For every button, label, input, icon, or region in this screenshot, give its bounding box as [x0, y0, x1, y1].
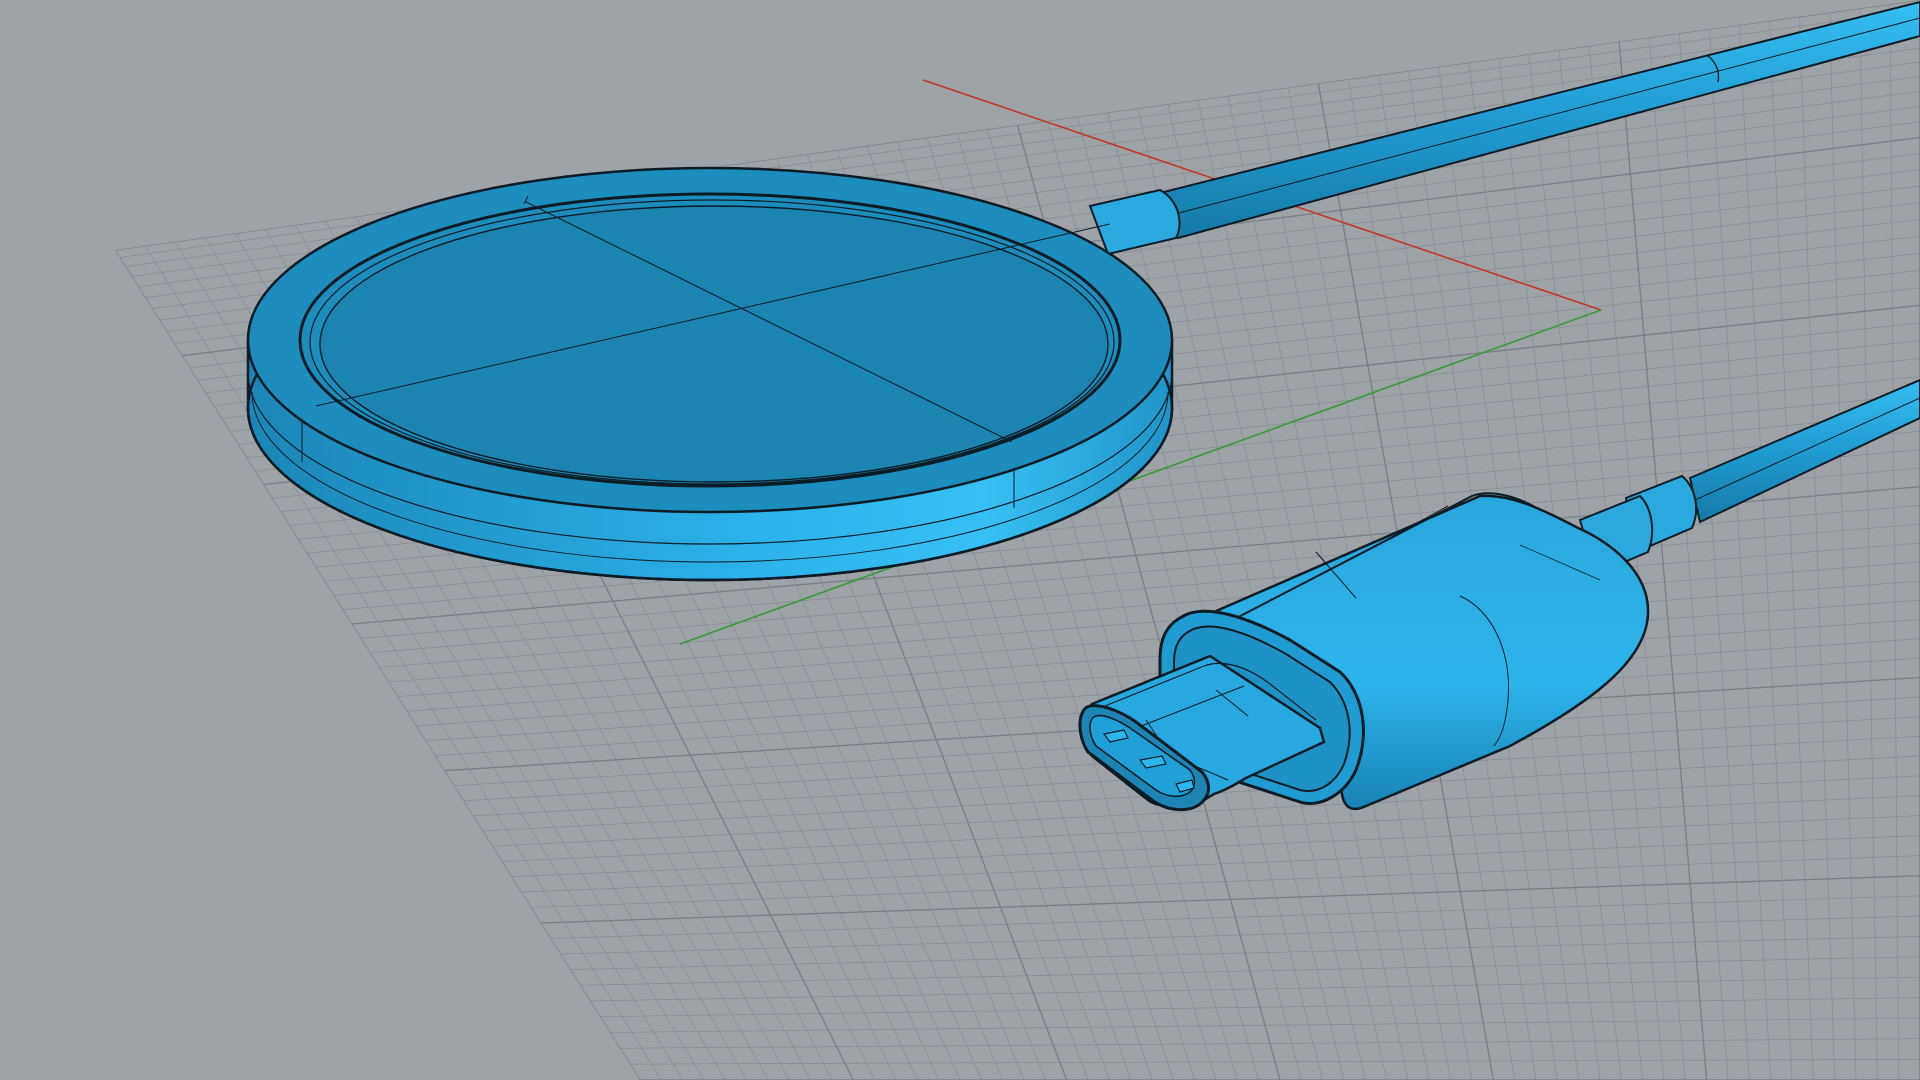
grid-line [1799, 16, 1836, 1080]
grid-line [1829, 12, 1857, 1080]
grid-line [1769, 20, 1814, 1080]
grid-line [1678, 33, 1750, 1080]
viewport-scene[interactable] [0, 0, 1920, 1080]
cable-lower[interactable] [1578, 378, 1920, 576]
grid-line [1889, 4, 1900, 1080]
3d-viewport[interactable] [0, 0, 1920, 1080]
cable-upper[interactable] [1088, 0, 1920, 256]
grid-line [1859, 8, 1878, 1080]
grid-line [1739, 24, 1793, 1080]
charging-puck[interactable] [246, 166, 1174, 582]
usb-c-connector[interactable] [1078, 492, 1650, 811]
grid-line [1709, 29, 1772, 1080]
